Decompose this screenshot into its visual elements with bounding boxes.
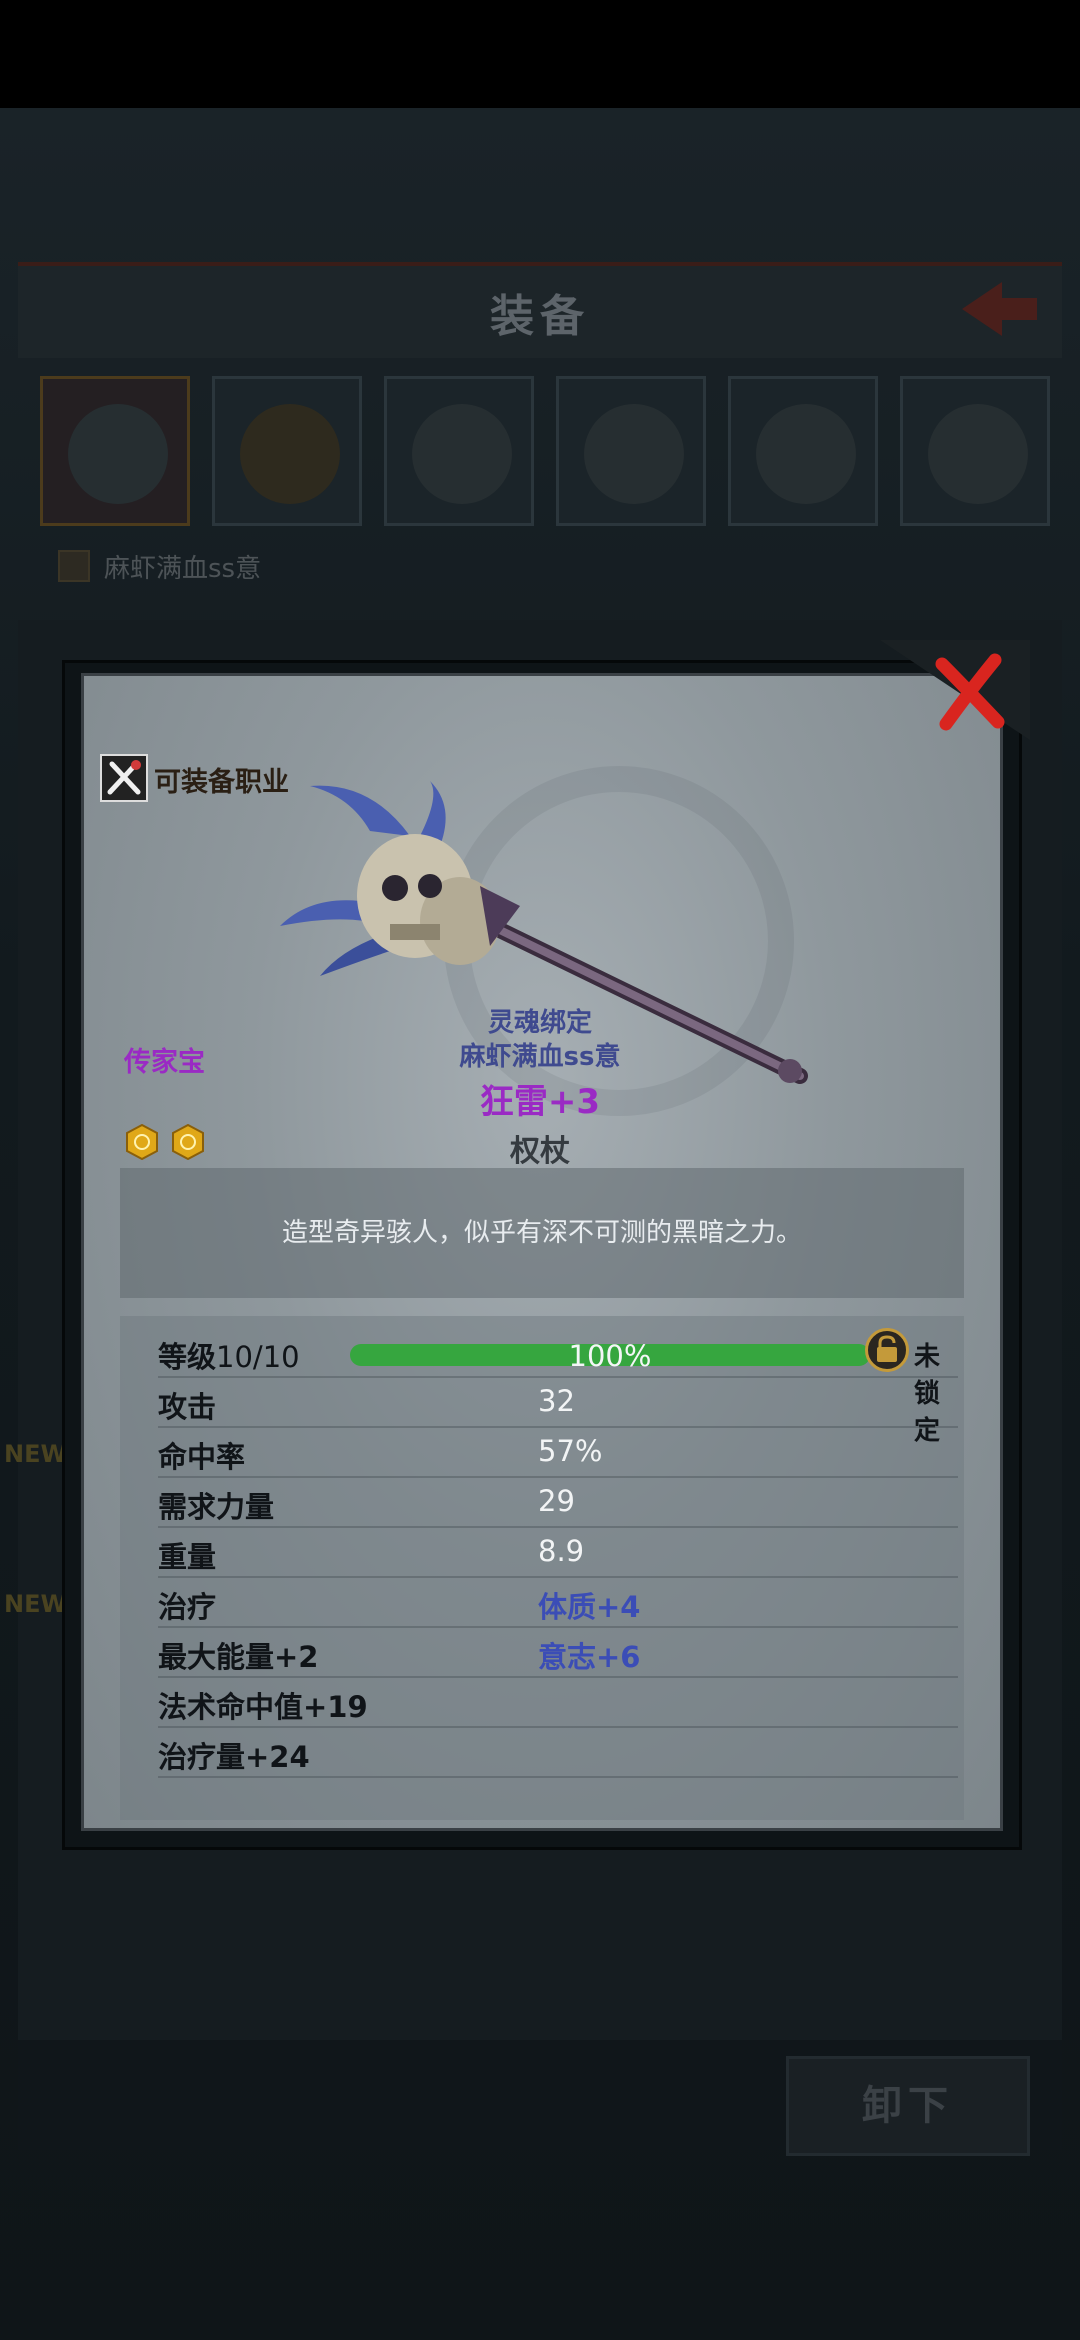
stat-value: 29 [538,1484,575,1518]
owner-name: 麻虾满血ss意 [459,1042,621,1072]
gem-slot-icon [172,1124,204,1160]
stat-label: 最大能量+2 [158,1640,319,1674]
level-label-text: 等级 [158,1340,217,1374]
progress-text: 100% [568,1339,652,1373]
character-icon [58,550,90,582]
stat-row: 法术命中值+19 [158,1676,958,1728]
leg-slot-icon [756,404,856,504]
description-box: 造型奇异骇人，似乎有深不可测的黑暗之力。 [120,1168,964,1298]
stat-label: 需求力量 [158,1490,275,1524]
stat-bonus-value: 体质+4 [538,1590,641,1624]
stat-value: 8.9 [538,1534,585,1568]
slot-head[interactable] [384,376,534,526]
padlock-glyph [877,1335,897,1362]
slot-book[interactable] [900,376,1050,526]
slot-legs[interactable] [728,376,878,526]
stat-label: 法术命中值+19 [158,1690,368,1724]
stat-bonus-value: 意志+6 [538,1640,641,1674]
close-icon[interactable] [880,640,1030,740]
stat-value: 57% [538,1434,603,1468]
status-bar-area [0,0,1080,108]
stat-label: 治疗 [158,1590,217,1624]
level-progress-bar: 100% [350,1339,870,1373]
new-badge: NEW [4,1440,67,1468]
gem-slot-icon [126,1124,158,1160]
stat-label: 命中率 [158,1440,246,1474]
slot-body[interactable] [556,376,706,526]
unequip-button[interactable]: 卸下 [786,2056,1030,2156]
class-requirement-label[interactable]: 可装备职业 [154,760,289,799]
equipment-slot-row [40,376,1050,528]
stat-label: 重量 [158,1540,217,1574]
rarity-label: 传家宝 [124,1047,205,1078]
new-badge: NEW [4,1590,67,1618]
armor-slot-icon [584,404,684,504]
screen-title: 装备 [490,291,590,342]
stat-row: 重量 8.9 [158,1526,958,1578]
stat-row: 最大能量+2 意志+6 [158,1626,958,1678]
item-type: 权杖 [510,1134,570,1169]
book-slot-icon [928,404,1028,504]
stat-row: 攻击 32 [158,1376,958,1428]
character-name: 麻虾满血ss意 [104,554,262,584]
hood-slot-icon [412,404,512,504]
item-name: 狂雷+3 [479,1082,601,1122]
stats-panel: 等级10/10 100% 未锁定 攻击 32 命中率 57% 需求力量 29 重… [120,1316,964,1820]
slot-weapon[interactable] [40,376,190,526]
character-tag: 麻虾满血ss意 [58,548,358,584]
class-icon[interactable] [100,754,148,802]
padlock-icon[interactable] [865,1328,909,1372]
stat-row: 命中率 57% [158,1426,958,1478]
stat-row: 治疗 体质+4 [158,1576,958,1628]
stat-label: 治疗量+24 [158,1740,310,1774]
back-arrow-icon[interactable] [952,274,1042,344]
stat-row: 治疗量+24 [158,1726,958,1778]
stat-value: 32 [538,1384,575,1418]
egg-slot-icon [240,404,340,504]
level-label: 等级10/10 [158,1334,300,1376]
soul-bound-label: 灵魂绑定 [487,1008,592,1038]
weapon-slot-icon [68,404,168,504]
screen-header: 装备 [18,262,1062,358]
slot-offhand[interactable] [212,376,362,526]
crossed-weapons-icon [107,760,141,795]
stat-row: 需求力量 29 [158,1476,958,1528]
item-description: 造型奇异骇人，似乎有深不可测的黑暗之力。 [281,1218,802,1248]
level-row: 等级10/10 100% 未锁定 [158,1326,958,1446]
stat-label: 攻击 [158,1390,217,1424]
level-value: 10/10 [216,1340,300,1374]
